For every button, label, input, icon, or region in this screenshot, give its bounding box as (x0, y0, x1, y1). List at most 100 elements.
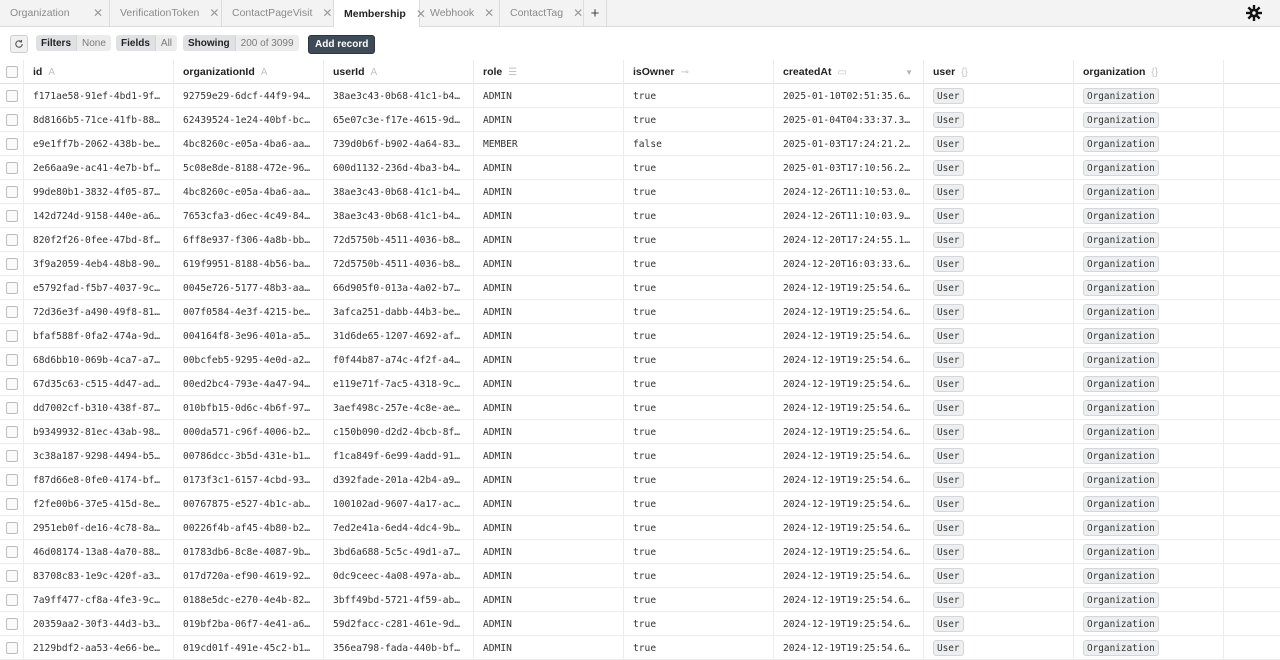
row-checkbox[interactable] (5, 594, 18, 606)
cell-isOwner[interactable]: true (624, 468, 774, 492)
organization-relation-chip[interactable]: Organization (1083, 136, 1159, 152)
cell-organization[interactable]: Organization (1074, 324, 1224, 348)
row-checkbox[interactable] (5, 450, 18, 462)
cell-organization[interactable]: Organization (1074, 468, 1224, 492)
table-row[interactable]: dd7002cf-b310-438f-87… 010bfb15-0d6c-4b6f… (0, 396, 1280, 420)
cell-isOwner[interactable]: true (624, 516, 774, 540)
user-relation-chip[interactable]: User (933, 400, 964, 416)
row-checkbox[interactable] (5, 522, 18, 534)
row-checkbox[interactable] (5, 162, 18, 174)
cell-organizationId[interactable]: 00ed2bc4-793e-4a47-94… (174, 372, 324, 396)
cell-id[interactable]: f171ae58-91ef-4bd1-9f… (24, 84, 174, 108)
cell-organization[interactable]: Organization (1074, 228, 1224, 252)
row-checkbox[interactable] (5, 642, 18, 654)
user-relation-chip[interactable]: User (933, 232, 964, 248)
cell-createdAt[interactable]: 2025-01-04T04:33:37.3… (774, 108, 924, 132)
cell-role[interactable]: ADMIN (474, 444, 624, 468)
cell-organization[interactable]: Organization (1074, 612, 1224, 636)
cell-createdAt[interactable]: 2024-12-19T19:25:54.6… (774, 540, 924, 564)
cell-createdAt[interactable]: 2024-12-19T19:25:54.6… (774, 348, 924, 372)
cell-user[interactable]: User (924, 612, 1074, 636)
cell-userId[interactable]: 739d0b6f-b902-4a64-83… (324, 132, 474, 156)
select-all-checkbox[interactable] (5, 66, 18, 78)
organization-relation-chip[interactable]: Organization (1083, 400, 1159, 416)
cell-user[interactable]: User (924, 516, 1074, 540)
table-row[interactable]: f87d66e8-0fe0-4174-bf… 0173f3c1-6157-4cbd… (0, 468, 1280, 492)
cell-organization[interactable]: Organization (1074, 348, 1224, 372)
cell-id[interactable]: 3f9a2059-4eb4-48b8-90… (24, 252, 174, 276)
refresh-button[interactable] (10, 35, 28, 53)
cell-user[interactable]: User (924, 468, 1074, 492)
cell-id[interactable]: 2129bdf2-aa53-4e66-be… (24, 636, 174, 660)
column-header-organizationId[interactable]: organizationId A (174, 60, 324, 84)
cell-createdAt[interactable]: 2024-12-19T19:25:54.6… (774, 444, 924, 468)
cell-id[interactable]: 820f2f26-0fee-47bd-8f… (24, 228, 174, 252)
organization-relation-chip[interactable]: Organization (1083, 352, 1159, 368)
cell-user[interactable]: User (924, 636, 1074, 660)
tab-contactpagevisit[interactable]: ContactPageVisit ✕ (222, 0, 334, 26)
cell-user[interactable]: User (924, 252, 1074, 276)
cell-organization[interactable]: Organization (1074, 396, 1224, 420)
cell-role[interactable]: ADMIN (474, 348, 624, 372)
cell-role[interactable]: ADMIN (474, 420, 624, 444)
organization-relation-chip[interactable]: Organization (1083, 160, 1159, 176)
user-relation-chip[interactable]: User (933, 520, 964, 536)
cell-isOwner[interactable]: true (624, 492, 774, 516)
cell-organizationId[interactable]: 0188e5dc-e270-4e4b-82… (174, 588, 324, 612)
cell-organization[interactable]: Organization (1074, 420, 1224, 444)
cell-createdAt[interactable]: 2025-01-03T17:24:21.2… (774, 132, 924, 156)
cell-user[interactable]: User (924, 540, 1074, 564)
user-relation-chip[interactable]: User (933, 184, 964, 200)
table-row[interactable]: 3f9a2059-4eb4-48b8-90… 619f9951-8188-4b56… (0, 252, 1280, 276)
user-relation-chip[interactable]: User (933, 616, 964, 632)
organization-relation-chip[interactable]: Organization (1083, 592, 1159, 608)
cell-role[interactable]: ADMIN (474, 492, 624, 516)
row-checkbox[interactable] (5, 546, 18, 558)
cell-createdAt[interactable]: 2024-12-19T19:25:54.6… (774, 324, 924, 348)
column-header-isOwner[interactable]: isOwner ⊸ (624, 60, 774, 84)
cell-role[interactable]: ADMIN (474, 228, 624, 252)
cell-role[interactable]: ADMIN (474, 636, 624, 660)
cell-isOwner[interactable]: true (624, 252, 774, 276)
row-checkbox[interactable] (5, 282, 18, 294)
cell-organization[interactable]: Organization (1074, 372, 1224, 396)
table-row[interactable]: f171ae58-91ef-4bd1-9f… 92759e29-6dcf-44f9… (0, 84, 1280, 108)
row-checkbox[interactable] (5, 354, 18, 366)
cell-organization[interactable]: Organization (1074, 636, 1224, 660)
cell-user[interactable]: User (924, 564, 1074, 588)
cell-user[interactable]: User (924, 180, 1074, 204)
cell-role[interactable]: ADMIN (474, 180, 624, 204)
user-relation-chip[interactable]: User (933, 592, 964, 608)
cell-userId[interactable]: 38ae3c43-0b68-41c1-b4… (324, 180, 474, 204)
cell-user[interactable]: User (924, 396, 1074, 420)
cell-createdAt[interactable]: 2024-12-19T19:25:54.6… (774, 564, 924, 588)
cell-userId[interactable]: 66d905f0-013a-4a02-b7… (324, 276, 474, 300)
row-checkbox[interactable] (5, 330, 18, 342)
cell-userId[interactable]: 38ae3c43-0b68-41c1-b4… (324, 84, 474, 108)
row-checkbox[interactable] (5, 378, 18, 390)
cell-isOwner[interactable]: true (624, 228, 774, 252)
cell-isOwner[interactable]: true (624, 324, 774, 348)
cell-id[interactable]: 2e66aa9e-ac41-4e7b-bf… (24, 156, 174, 180)
column-header-id[interactable]: id A (24, 60, 174, 84)
close-tab-icon[interactable]: ✕ (322, 7, 332, 19)
cell-id[interactable]: f87d66e8-0fe0-4174-bf… (24, 468, 174, 492)
user-relation-chip[interactable]: User (933, 280, 964, 296)
cell-organization[interactable]: Organization (1074, 540, 1224, 564)
cell-userId[interactable]: 72d5750b-4511-4036-b8… (324, 228, 474, 252)
cell-user[interactable]: User (924, 156, 1074, 180)
close-tab-icon[interactable]: ✕ (484, 7, 494, 19)
cell-createdAt[interactable]: 2024-12-19T19:25:54.6… (774, 276, 924, 300)
cell-id[interactable]: 142d724d-9158-440e-a6… (24, 204, 174, 228)
cell-id[interactable]: dd7002cf-b310-438f-87… (24, 396, 174, 420)
showing-toggle[interactable]: Showing 200 of 3099 (183, 35, 299, 51)
table-row[interactable]: 83708c83-1e9c-420f-a3… 017d720a-ef90-4619… (0, 564, 1280, 588)
filters-toggle[interactable]: Filters None (36, 35, 111, 51)
add-record-button[interactable]: Add record (308, 35, 376, 54)
cell-userId[interactable]: 3bd6a688-5c5c-49d1-a7… (324, 540, 474, 564)
organization-relation-chip[interactable]: Organization (1083, 304, 1159, 320)
cell-organizationId[interactable]: 004164f8-3e96-401a-a5… (174, 324, 324, 348)
tab-contacttag[interactable]: ContactTag ✕ (500, 0, 584, 26)
cell-id[interactable]: 2951eb0f-de16-4c78-8a… (24, 516, 174, 540)
row-checkbox[interactable] (5, 114, 18, 126)
